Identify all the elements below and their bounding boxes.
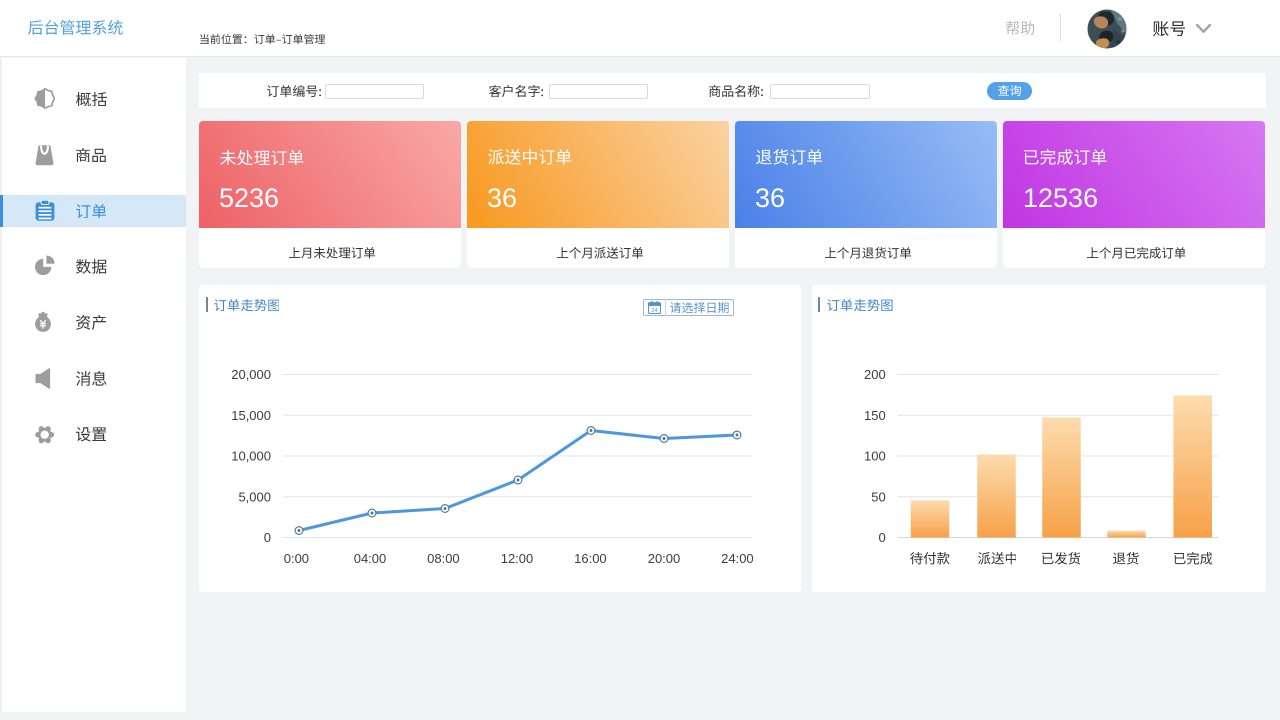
svg-text:50: 50 [871, 489, 885, 504]
svg-text:04:00: 04:00 [354, 551, 387, 566]
svg-text:20:00: 20:00 [648, 551, 681, 566]
svg-text:0: 0 [264, 530, 271, 545]
svg-text:200: 200 [864, 367, 886, 382]
svg-text:12:00: 12:00 [501, 551, 534, 566]
svg-text:5,000: 5,000 [238, 489, 271, 504]
svg-text:0: 0 [878, 530, 885, 545]
svg-text:10,000: 10,000 [231, 449, 271, 464]
svg-text:20,000: 20,000 [231, 367, 271, 382]
svg-text:15,000: 15,000 [231, 408, 271, 423]
svg-text:100: 100 [864, 449, 886, 464]
svg-text:24:00: 24:00 [721, 551, 754, 566]
svg-text:08:00: 08:00 [427, 551, 460, 566]
svg-text:150: 150 [864, 408, 886, 423]
svg-text:0:00: 0:00 [284, 551, 309, 566]
svg-text:16:00: 16:00 [574, 551, 607, 566]
